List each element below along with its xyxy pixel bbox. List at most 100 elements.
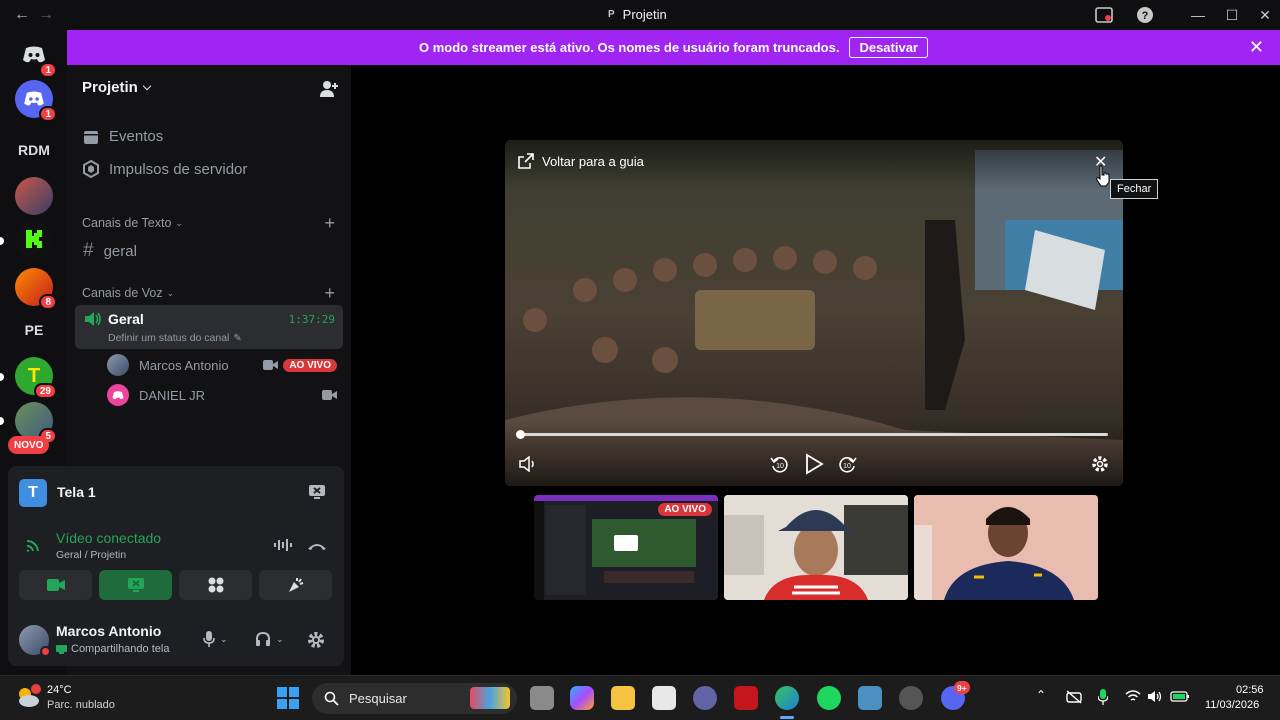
edge-icon[interactable] <box>775 686 799 710</box>
settings-gear-icon[interactable] <box>307 631 325 649</box>
weather-icon[interactable] <box>14 683 42 711</box>
stop-share-button[interactable] <box>99 570 172 600</box>
search-highlight-icon <box>470 687 510 709</box>
server-header[interactable]: Projetin ⌵ <box>82 79 151 96</box>
camera-button[interactable] <box>19 570 92 600</box>
monitor-app-icon[interactable] <box>858 686 882 710</box>
unread-pill <box>0 237 4 245</box>
voice-user-name: DANIEL JR <box>139 387 205 403</box>
rewind-10-icon[interactable]: 10 <box>770 455 788 473</box>
progress-knob[interactable] <box>516 430 525 439</box>
play-icon[interactable] <box>804 453 824 475</box>
disconnect-icon[interactable] <box>307 541 327 551</box>
app-icon[interactable] <box>899 686 923 710</box>
events-item[interactable]: Eventos <box>83 128 163 145</box>
stream-thumb-icon: T <box>19 479 47 507</box>
unread-pill <box>0 417 4 425</box>
progress-track[interactable] <box>516 430 1108 439</box>
weather-desc: Parc. nublado <box>47 699 115 711</box>
minimize-icon[interactable]: — <box>1188 5 1208 25</box>
screen-share-icon <box>127 578 144 592</box>
direct-messages-icon[interactable]: 1 <box>15 36 57 78</box>
tile-camera-daniel[interactable] <box>914 495 1098 600</box>
server-icon-orange[interactable]: 8 <box>15 268 57 310</box>
text-category[interactable]: Canais de Texto ⌄ <box>82 216 183 230</box>
back-arrow-icon[interactable]: ← <box>14 6 30 24</box>
help-icon[interactable]: ? <box>1135 5 1155 25</box>
volume-tray-icon[interactable] <box>1147 690 1163 703</box>
server-icon-photo[interactable] <box>15 177 53 215</box>
soundboard-icon <box>288 578 303 592</box>
server-icon-green[interactable]: T 29 <box>15 357 57 399</box>
clock-time[interactable]: 02:56 <box>1236 684 1264 696</box>
tray-expand-icon[interactable]: ⌃ <box>1036 688 1046 702</box>
screen-share-status-icon <box>56 644 67 654</box>
soundboard-button[interactable] <box>259 570 332 600</box>
spotify-icon[interactable] <box>817 686 841 710</box>
server-icon-landscape[interactable]: 5 <box>15 402 57 444</box>
task-view-icon[interactable] <box>530 686 554 710</box>
voice-user-daniel[interactable]: DANIEL JR <box>107 384 337 406</box>
active-app-indicator <box>780 716 794 719</box>
banner-close-icon[interactable]: ✕ <box>1249 38 1264 56</box>
tile-camera-marcos[interactable] <box>724 495 908 600</box>
store-icon[interactable] <box>652 686 676 710</box>
user-name: Marcos Antonio <box>56 623 162 639</box>
headset-icon <box>256 631 270 646</box>
connection-location[interactable]: Geral / Projetin <box>56 549 126 561</box>
voice-user-marcos[interactable]: Marcos Antonio AO VIVO <box>107 354 337 376</box>
chevron-down-icon: ⌄ <box>276 633 284 644</box>
clock-date[interactable]: 11/03/2026 <box>1205 699 1259 711</box>
rail-badge: 1 <box>39 62 57 78</box>
battery-icon[interactable] <box>1170 690 1190 702</box>
add-voice-channel-icon[interactable]: + <box>324 283 335 304</box>
noise-suppression-icon[interactable] <box>274 538 292 552</box>
tile-screen-share[interactable]: AO VIVO <box>534 495 718 600</box>
window-title: P Projetin <box>608 7 667 22</box>
camera-off-icon[interactable] <box>1066 690 1082 704</box>
invite-user-icon[interactable] <box>319 80 339 98</box>
avatar <box>107 384 129 406</box>
back-to-tab-link[interactable]: Voltar para a guia <box>518 153 644 169</box>
stream-player[interactable]: Voltar para a guia ✕ 10 10 <box>505 140 1123 486</box>
teams-icon[interactable] <box>693 686 717 710</box>
server-icon-rdm[interactable]: RDM <box>15 131 53 169</box>
tray-microphone-icon[interactable] <box>1098 689 1108 705</box>
inbox-icon[interactable] <box>1094 5 1114 25</box>
disable-streamer-button[interactable]: Desativar <box>849 37 928 58</box>
channel-status-field[interactable]: Definir um status do canal ✎ <box>108 332 242 344</box>
file-explorer-icon[interactable] <box>611 686 635 710</box>
user-avatar[interactable] <box>19 625 51 657</box>
headset-control[interactable]: ⌄ <box>255 631 284 647</box>
start-button[interactable] <box>277 687 299 709</box>
server-icon-pe[interactable]: PE <box>15 311 53 349</box>
server-icon-kick[interactable] <box>15 220 53 258</box>
voice-timer: 1:37:29 <box>288 313 335 326</box>
discord-taskbar-icon[interactable]: 9+ <box>941 681 970 710</box>
voice-category[interactable]: Canais de Voz ⌄ <box>82 286 174 300</box>
text-channel-geral[interactable]: # geral <box>83 240 137 262</box>
volume-icon[interactable] <box>519 456 537 472</box>
stop-stream-icon[interactable] <box>308 484 326 500</box>
camera-icon <box>46 579 65 591</box>
mic-control[interactable]: ⌄ <box>203 631 228 647</box>
forward-arrow-icon[interactable]: → <box>38 6 54 24</box>
mouse-cursor-icon <box>1096 165 1110 187</box>
screen-title: Tela 1 <box>57 484 96 500</box>
maximize-icon[interactable]: ☐ <box>1222 5 1242 25</box>
player-settings-icon[interactable] <box>1091 455 1109 473</box>
window-close-icon[interactable]: ✕ <box>1255 5 1275 25</box>
mcafee-icon[interactable] <box>734 686 758 710</box>
server-icon-discord[interactable]: 1 <box>15 80 57 122</box>
boosts-item[interactable]: Impulsos de servidor <box>83 160 247 178</box>
camera-icon <box>322 390 337 400</box>
taskbar-search[interactable]: Pesquisar <box>312 683 517 714</box>
voice-channel-geral[interactable]: Geral 1:37:29 Definir um status do canal… <box>75 305 343 349</box>
voice-connection-panel: T Tela 1 Vídeo conectado Geral / Projeti… <box>8 466 344 666</box>
activities-button[interactable] <box>179 570 252 600</box>
wifi-icon[interactable] <box>1125 690 1141 702</box>
copilot-icon[interactable] <box>570 686 594 710</box>
live-badge: AO VIVO <box>283 358 337 372</box>
forward-10-icon[interactable]: 10 <box>839 455 857 473</box>
add-text-channel-icon[interactable]: + <box>324 213 335 234</box>
